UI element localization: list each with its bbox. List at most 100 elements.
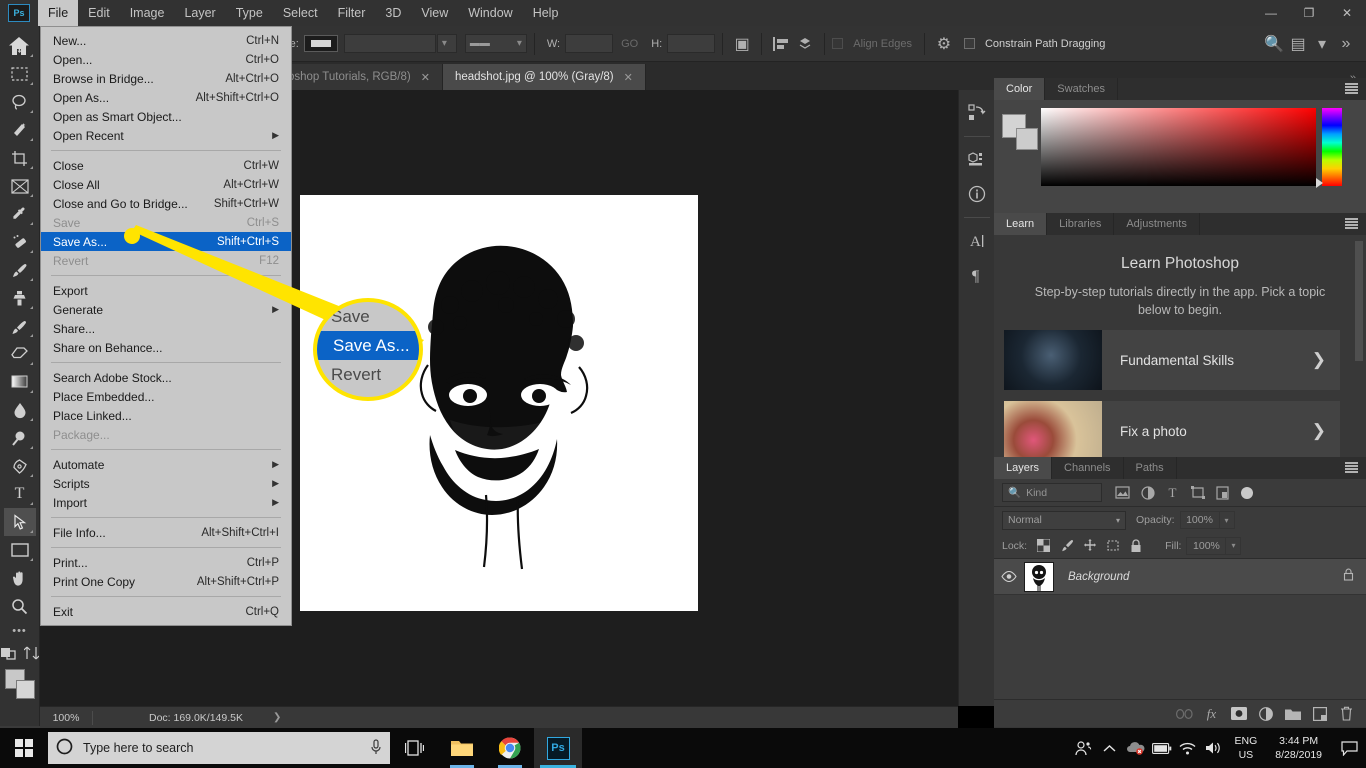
- menu-item-place-linked[interactable]: Place Linked...: [41, 406, 291, 425]
- lock-transparent-pixels-icon[interactable]: [1032, 535, 1055, 557]
- adjustment-layer-icon[interactable]: [1252, 702, 1279, 726]
- foreground-background-colors[interactable]: [4, 669, 35, 699]
- panel-menu-icon[interactable]: [1345, 83, 1358, 94]
- search-input[interactable]: Type here to search: [73, 741, 370, 755]
- battery-icon[interactable]: [1149, 728, 1175, 768]
- menu-select[interactable]: Select: [273, 0, 328, 26]
- menu-item-share[interactable]: Share...: [41, 319, 291, 338]
- filter-shape-icon[interactable]: [1185, 482, 1210, 504]
- menu-window[interactable]: Window: [458, 0, 522, 26]
- tool-type[interactable]: T: [4, 480, 36, 508]
- delete-layer-icon[interactable]: [1333, 702, 1360, 726]
- tool-clone-stamp[interactable]: [4, 284, 36, 312]
- menu-filter[interactable]: Filter: [328, 0, 376, 26]
- background-color-swatch[interactable]: [1016, 128, 1038, 150]
- lock-artboard-icon[interactable]: [1101, 535, 1124, 557]
- microphone-icon[interactable]: [370, 738, 382, 758]
- menu-image[interactable]: Image: [120, 0, 175, 26]
- link-dimensions-icon[interactable]: GO: [621, 38, 638, 50]
- menu-item-open-as-smart-object[interactable]: Open as Smart Object...: [41, 107, 291, 126]
- stroke-style-dropdown[interactable]: ▬▬ ▾: [464, 34, 527, 53]
- color-panel-swatches[interactable]: [1002, 114, 1040, 152]
- gear-icon[interactable]: ⚙: [932, 33, 956, 55]
- stroke-width-input[interactable]: [343, 34, 436, 53]
- tool-pen[interactable]: [4, 452, 36, 480]
- minimize-button[interactable]: —: [1252, 0, 1290, 26]
- menu-item-import[interactable]: Import ▶: [41, 493, 291, 512]
- link-layers-icon[interactable]: [1171, 702, 1198, 726]
- quick-mask-icon[interactable]: [0, 646, 18, 665]
- tool-gradient[interactable]: [4, 368, 36, 396]
- menu-item-exit[interactable]: Exit Ctrl+Q: [41, 602, 291, 621]
- tab-learn[interactable]: Learn: [994, 213, 1048, 235]
- menu-edit[interactable]: Edit: [78, 0, 120, 26]
- stroke-width-dropdown[interactable]: ▾: [436, 34, 457, 53]
- learn-card-fundamental-skills[interactable]: Fundamental Skills ❯: [1004, 330, 1340, 390]
- menu-item-print[interactable]: Print... Ctrl+P: [41, 553, 291, 572]
- menu-file[interactable]: File: [38, 0, 79, 26]
- tool-lasso[interactable]: [4, 88, 36, 116]
- lock-position-icon[interactable]: [1078, 535, 1101, 557]
- task-view-icon[interactable]: [390, 728, 438, 768]
- hue-slider[interactable]: [1322, 108, 1342, 186]
- new-group-icon[interactable]: [1279, 702, 1306, 726]
- menu-item-file-info[interactable]: File Info... Alt+Shift+Ctrl+I: [41, 523, 291, 542]
- learn-panel-scrollbar[interactable]: [1355, 241, 1363, 361]
- maximize-button[interactable]: ❐: [1290, 0, 1328, 26]
- layer-row-background[interactable]: Background: [994, 559, 1366, 595]
- menu-3d[interactable]: 3D: [375, 0, 411, 26]
- chevron-right-icon[interactable]: ❯: [1312, 421, 1340, 441]
- file-menu-dropdown[interactable]: New... Ctrl+N Open... Ctrl+O Browse in B…: [40, 26, 292, 626]
- menu-item-open-as[interactable]: Open As... Alt+Shift+Ctrl+O: [41, 88, 291, 107]
- layer-locked-icon[interactable]: [1343, 568, 1366, 586]
- tool-blur[interactable]: [4, 396, 36, 424]
- menu-item-save-as[interactable]: Save As... Shift+Ctrl+S: [41, 232, 291, 251]
- tab-channels[interactable]: Channels: [1052, 457, 1124, 479]
- file-explorer-icon[interactable]: [438, 728, 486, 768]
- status-expand-icon[interactable]: ❯: [273, 712, 281, 723]
- search-icon[interactable]: 🔍: [1262, 33, 1286, 55]
- taskbar-search-box[interactable]: Type here to search: [48, 732, 390, 764]
- new-layer-icon[interactable]: [1306, 702, 1333, 726]
- notification-center-icon[interactable]: [1332, 728, 1366, 768]
- language-indicator[interactable]: ENG US: [1227, 734, 1266, 762]
- align-edges-checkbox[interactable]: [832, 38, 844, 49]
- tab-color[interactable]: Color: [994, 78, 1046, 100]
- filter-type-icon[interactable]: T: [1160, 482, 1185, 504]
- google-chrome-icon[interactable]: [486, 728, 534, 768]
- tab-adjustments[interactable]: Adjustments: [1114, 213, 1200, 235]
- color-field[interactable]: [1041, 108, 1316, 186]
- stroke-color-swatch[interactable]: [303, 35, 338, 52]
- filter-adjustment-icon[interactable]: [1135, 482, 1160, 504]
- menu-item-export[interactable]: Export ▶: [41, 281, 291, 300]
- menu-type[interactable]: Type: [226, 0, 273, 26]
- clock[interactable]: 3:44 PM 8/28/2019: [1265, 734, 1332, 762]
- menu-item-generate[interactable]: Generate ▶: [41, 300, 291, 319]
- constrain-path-dragging-checkbox[interactable]: [963, 38, 975, 49]
- background-color-swatch[interactable]: [15, 680, 35, 699]
- menu-item-close[interactable]: Close Ctrl+W: [41, 156, 291, 175]
- tool-rectangular-marquee[interactable]: [4, 60, 36, 88]
- onedrive-error-icon[interactable]: [1123, 728, 1149, 768]
- lock-image-pixels-icon[interactable]: [1055, 535, 1078, 557]
- close-icon[interactable]: ✕: [624, 71, 633, 84]
- opacity-stepper[interactable]: ▾: [1219, 511, 1235, 529]
- tool-path-selection[interactable]: [3, 508, 36, 536]
- path-arrangement-icon[interactable]: [793, 33, 817, 55]
- tool-rectangle[interactable]: [4, 536, 36, 564]
- tool-edit-toolbar[interactable]: •••: [4, 620, 36, 642]
- menu-item-close-all[interactable]: Close All Alt+Ctrl+W: [41, 175, 291, 194]
- overflow-menu-icon[interactable]: »: [1334, 33, 1358, 55]
- menu-item-automate[interactable]: Automate ▶: [41, 455, 291, 474]
- opacity-value[interactable]: 100%: [1179, 511, 1220, 529]
- filter-toggle-icon[interactable]: [1241, 486, 1253, 499]
- document-canvas[interactable]: [300, 195, 698, 611]
- tool-zoom[interactable]: [4, 592, 36, 620]
- tab-paths[interactable]: Paths: [1123, 457, 1177, 479]
- properties-panel-icon[interactable]: [962, 145, 992, 175]
- zoom-level[interactable]: 100%: [40, 712, 92, 724]
- paragraph-panel-icon[interactable]: ¶: [962, 260, 992, 290]
- layer-filter-kind-dropdown[interactable]: 🔍 Kind: [1002, 483, 1102, 502]
- layer-visibility-icon[interactable]: [994, 571, 1024, 582]
- menu-item-scripts[interactable]: Scripts ▶: [41, 474, 291, 493]
